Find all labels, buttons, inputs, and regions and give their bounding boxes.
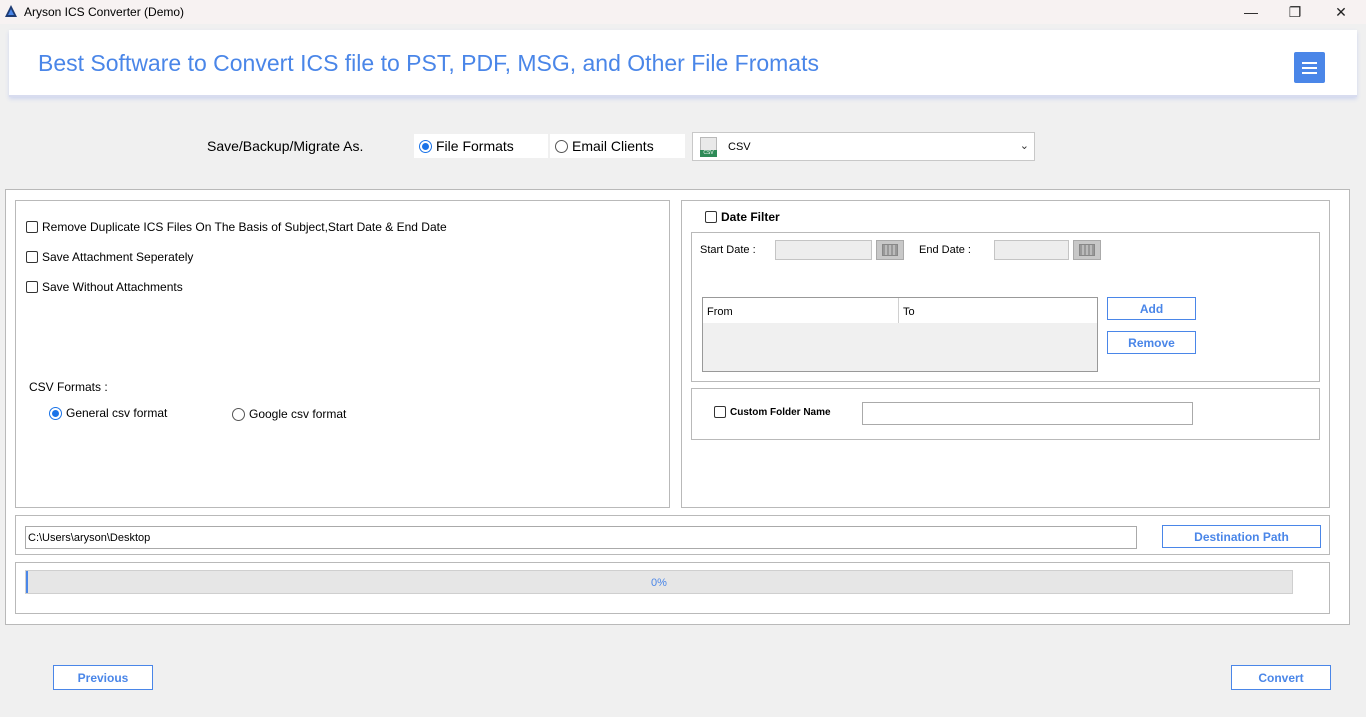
start-date-calendar-button[interactable]: [876, 240, 904, 260]
header-title: Best Software to Convert ICS file to PST…: [38, 50, 819, 76]
remove-duplicates-label: Remove Duplicate ICS Files On The Basis …: [42, 220, 447, 234]
options-panel: Remove Duplicate ICS Files On The Basis …: [15, 200, 670, 508]
close-button[interactable]: ✕: [1318, 0, 1364, 24]
radio-selected-icon: [419, 139, 432, 153]
chevron-down-icon: ⌄: [1019, 140, 1029, 152]
radio-unselected-icon: [555, 139, 568, 153]
destination-panel: C:\Users\aryson\Desktop Destination Path: [15, 515, 1330, 555]
checkbox-icon: [26, 251, 38, 263]
email-clients-radio[interactable]: Email Clients: [550, 134, 685, 158]
calendar-icon: [1079, 244, 1095, 256]
email-clients-label: Email Clients: [572, 138, 654, 154]
end-date-label: End Date :: [919, 244, 971, 256]
progress-bar: 0%: [25, 570, 1293, 594]
save-without-attachments-checkbox[interactable]: Save Without Attachments: [26, 280, 183, 294]
save-attachment-checkbox[interactable]: Save Attachment Seperately: [26, 250, 193, 264]
add-button[interactable]: Add: [1107, 297, 1196, 320]
maximize-button[interactable]: ❐: [1272, 0, 1318, 24]
end-date-input[interactable]: [994, 240, 1069, 260]
custom-folder-checkbox[interactable]: Custom Folder Name: [714, 406, 831, 418]
date-filter-checkbox[interactable]: Date Filter: [705, 210, 780, 224]
header-banner: Best Software to Convert ICS file to PST…: [9, 30, 1357, 97]
file-formats-label: File Formats: [436, 138, 514, 154]
app-logo-icon: [5, 5, 17, 17]
save-attachment-label: Save Attachment Seperately: [42, 250, 194, 264]
csv-file-icon: [700, 137, 717, 157]
end-date-calendar-button[interactable]: [1073, 240, 1101, 260]
save-as-label: Save/Backup/Migrate As.: [207, 138, 364, 154]
hamburger-menu-button[interactable]: [1294, 52, 1325, 83]
google-csv-radio[interactable]: Google csv format: [232, 407, 346, 421]
radio-unselected-icon: [232, 407, 245, 421]
remove-button[interactable]: Remove: [1107, 331, 1196, 354]
file-formats-radio[interactable]: File Formats: [414, 134, 548, 158]
save-without-attachments-label: Save Without Attachments: [42, 280, 183, 294]
general-csv-radio[interactable]: General csv format: [49, 406, 167, 420]
date-filter-label: Date Filter: [721, 210, 780, 224]
previous-button[interactable]: Previous: [53, 665, 153, 690]
date-range-grid[interactable]: From To: [702, 297, 1098, 372]
grid-column-to: To: [903, 306, 915, 318]
filter-panel: Date Filter Start Date : End Date : From…: [681, 200, 1330, 508]
save-as-row: Save/Backup/Migrate As. File Formats Ema…: [5, 115, 1361, 180]
format-dropdown-value: CSV: [728, 141, 751, 153]
progress-text: 0%: [651, 577, 667, 589]
progress-panel: 0%: [15, 562, 1330, 614]
custom-folder-group: Custom Folder Name: [691, 388, 1320, 440]
hamburger-line-icon: [1302, 61, 1317, 64]
checkbox-icon: [26, 221, 38, 233]
hamburger-line-icon: [1302, 66, 1317, 69]
hamburger-line-icon: [1302, 71, 1317, 74]
grid-column-from: From: [703, 298, 899, 323]
custom-folder-input[interactable]: [862, 402, 1193, 425]
destination-path-button[interactable]: Destination Path: [1162, 525, 1321, 548]
custom-folder-label: Custom Folder Name: [730, 406, 831, 418]
checkbox-icon: [714, 406, 726, 418]
window-title: Aryson ICS Converter (Demo): [24, 5, 185, 19]
date-range-grid-header: From To: [703, 298, 1097, 323]
calendar-icon: [882, 244, 898, 256]
destination-path-input[interactable]: C:\Users\aryson\Desktop: [25, 526, 1137, 549]
start-date-input[interactable]: [775, 240, 872, 260]
convert-button[interactable]: Convert: [1231, 665, 1331, 690]
checkbox-icon: [26, 281, 38, 293]
start-date-label: Start Date :: [700, 244, 756, 256]
csv-formats-label: CSV Formats :: [29, 380, 108, 394]
date-filter-group: Start Date : End Date : From To Add Remo…: [691, 232, 1320, 382]
checkbox-icon: [705, 211, 717, 223]
minimize-button[interactable]: —: [1228, 0, 1274, 24]
title-bar: Aryson ICS Converter (Demo) — ❐ ✕: [0, 0, 1366, 24]
remove-duplicates-checkbox[interactable]: Remove Duplicate ICS Files On The Basis …: [26, 220, 447, 234]
format-dropdown[interactable]: CSV ⌄: [692, 132, 1035, 161]
google-csv-label: Google csv format: [249, 407, 347, 421]
radio-selected-icon: [49, 406, 62, 420]
general-csv-label: General csv format: [66, 406, 168, 420]
